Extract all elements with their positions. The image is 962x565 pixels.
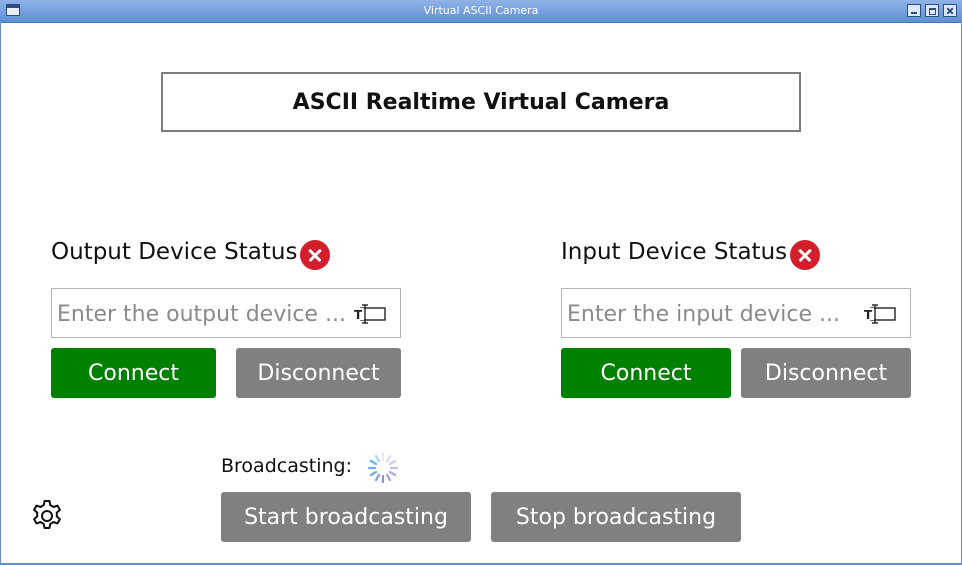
output-status-label: Output Device Status bbox=[51, 239, 298, 265]
output-connect-button[interactable]: Connect bbox=[51, 348, 216, 398]
svg-text:T: T bbox=[354, 308, 363, 322]
start-broadcasting-button[interactable]: Start broadcasting bbox=[221, 492, 471, 542]
svg-text:T: T bbox=[864, 308, 873, 322]
input-device-field[interactable]: T bbox=[561, 288, 911, 339]
minimize-button[interactable] bbox=[907, 4, 921, 17]
text-cursor-icon: T bbox=[354, 304, 386, 324]
output-disconnect-button[interactable]: Disconnect bbox=[236, 348, 401, 398]
input-device-input[interactable] bbox=[565, 289, 857, 339]
window-title: Virtual ASCII Camera bbox=[423, 4, 539, 17]
output-device-input[interactable] bbox=[55, 289, 347, 339]
broadcasting-label: Broadcasting: bbox=[221, 455, 352, 477]
settings-gear-icon[interactable] bbox=[29, 498, 65, 534]
output-device-field[interactable]: T bbox=[51, 288, 401, 339]
window-titlebar: Virtual ASCII Camera bbox=[0, 0, 962, 23]
maximize-button[interactable] bbox=[925, 4, 939, 17]
text-cursor-icon: T bbox=[864, 304, 896, 324]
app-title: ASCII Realtime Virtual Camera bbox=[292, 89, 670, 115]
input-status-error-icon bbox=[790, 240, 820, 270]
app-title-box: ASCII Realtime Virtual Camera bbox=[161, 72, 801, 132]
window-border-left bbox=[0, 22, 1, 565]
output-status-error-icon bbox=[300, 240, 330, 270]
input-disconnect-button[interactable]: Disconnect bbox=[741, 348, 911, 398]
loading-spinner-icon bbox=[367, 452, 399, 484]
input-status-label: Input Device Status bbox=[561, 239, 788, 265]
stop-broadcasting-button[interactable]: Stop broadcasting bbox=[491, 492, 741, 542]
input-connect-button[interactable]: Connect bbox=[561, 348, 731, 398]
close-window-button[interactable] bbox=[943, 4, 957, 17]
